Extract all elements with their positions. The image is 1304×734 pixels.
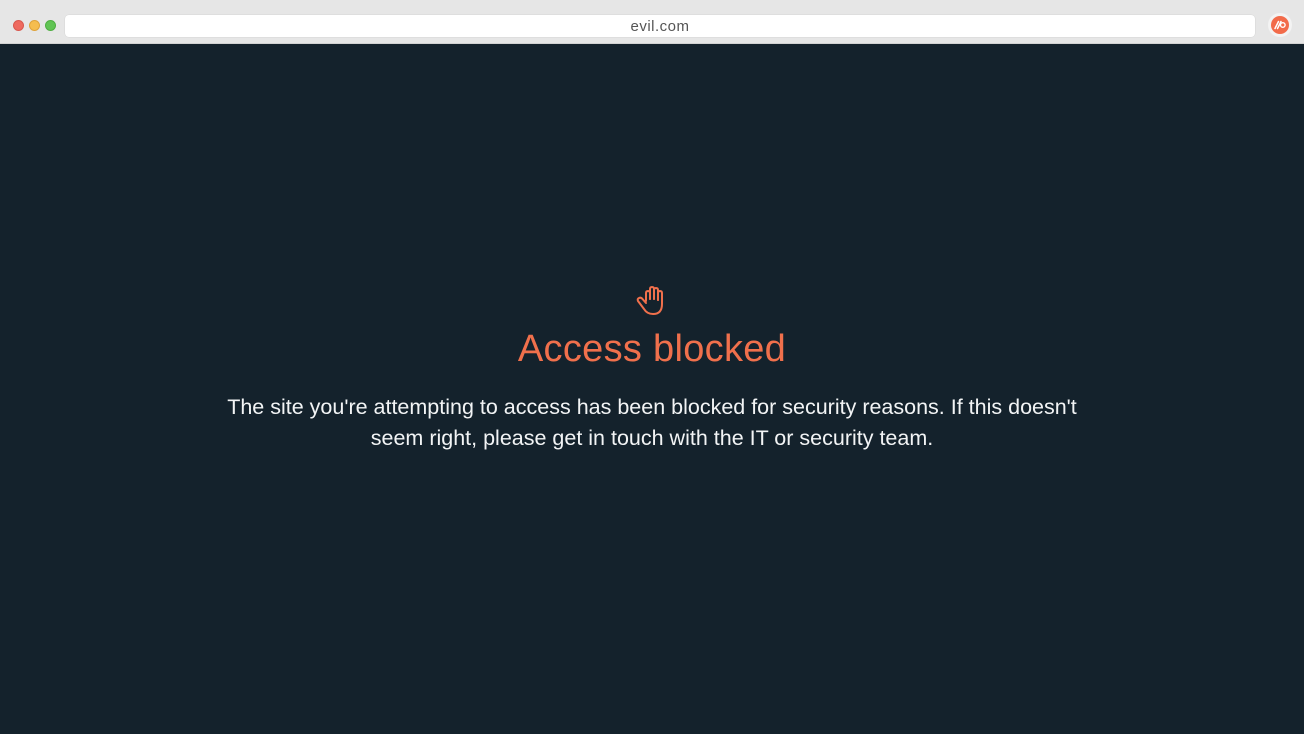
page-title: Access blocked (517, 328, 787, 370)
security-extension-icon (1271, 16, 1289, 34)
address-bar[interactable]: evil.com (65, 15, 1255, 37)
security-extension-button[interactable] (1268, 13, 1292, 37)
close-window-button[interactable] (13, 20, 24, 31)
maximize-window-button[interactable] (45, 20, 56, 31)
block-page: Access blocked The site you're attemptin… (0, 44, 1304, 734)
block-message: The site you're attempting to access has… (227, 395, 1077, 450)
url-text: evil.com (630, 17, 690, 35)
raised-hand-icon (636, 286, 663, 315)
browser-titlebar: evil.com (0, 0, 1304, 44)
browser-window: evil.com Access blocked The site you're … (0, 0, 1304, 734)
minimize-window-button[interactable] (29, 20, 40, 31)
